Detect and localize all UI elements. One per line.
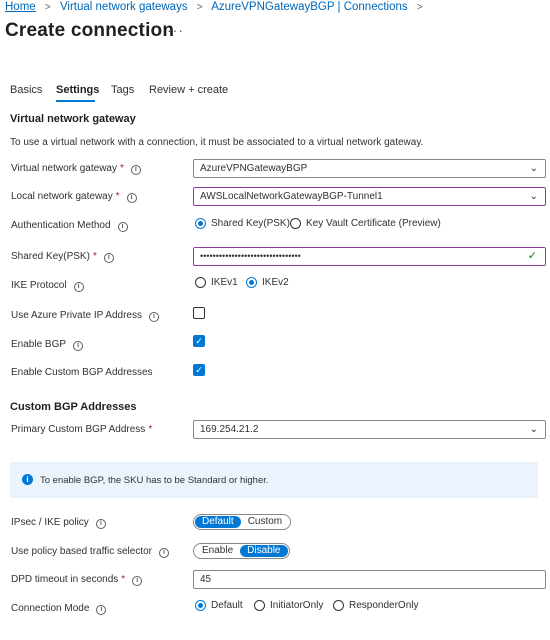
radio-unselected[interactable] bbox=[195, 277, 206, 288]
breadcrumb-separator: > bbox=[196, 2, 203, 13]
info-icon[interactable]: i bbox=[159, 548, 169, 558]
section-description: To use a virtual network with a connecti… bbox=[10, 137, 424, 148]
ike-radio-v2[interactable]: IKEv2 bbox=[246, 277, 289, 288]
mode-radio-default[interactable]: Default bbox=[195, 600, 243, 611]
toggle-option-enable[interactable]: Enable bbox=[195, 545, 240, 557]
lng-dropdown[interactable]: AWSLocalNetworkGatewayBGP-Tunnel1 ⌄ bbox=[193, 187, 546, 206]
required-marker: * bbox=[121, 574, 126, 585]
info-icon[interactable]: i bbox=[95, 519, 106, 529]
required-marker: * bbox=[148, 424, 153, 435]
radio-unselected[interactable] bbox=[333, 600, 344, 611]
ike-protocol-label: IKE Protocol i bbox=[11, 280, 84, 292]
psk-label: Shared Key(PSK) * i bbox=[11, 251, 114, 263]
info-icon[interactable]: i bbox=[149, 312, 159, 322]
info-icon: i bbox=[22, 474, 33, 485]
tab-settings[interactable]: Settings bbox=[56, 84, 99, 96]
auth-radio-psk[interactable]: Shared Key(PSK) bbox=[195, 218, 290, 229]
tab-basics[interactable]: Basics bbox=[10, 84, 42, 96]
info-icon[interactable]: i bbox=[96, 605, 107, 615]
banner-text: To enable BGP, the SKU has to be Standar… bbox=[40, 475, 269, 486]
section-heading-custom-bgp: Custom BGP Addresses bbox=[10, 401, 137, 413]
policy-selector-toggle[interactable]: Enable Disable bbox=[193, 543, 290, 559]
radio-unselected[interactable] bbox=[290, 218, 301, 229]
info-icon[interactable]: i bbox=[103, 253, 114, 263]
info-icon[interactable]: i bbox=[117, 222, 128, 232]
page-title: Create connection bbox=[5, 20, 175, 41]
checkmark-icon: ✓ bbox=[527, 250, 537, 262]
chevron-down-icon: ⌄ bbox=[529, 191, 538, 202]
enable-bgp-label: Enable BGP i bbox=[11, 339, 84, 351]
tab-review-create[interactable]: Review + create bbox=[149, 84, 228, 96]
info-icon[interactable]: i bbox=[132, 576, 143, 586]
mode-radio-responder[interactable]: ResponderOnly bbox=[333, 600, 418, 611]
custom-bgp-label: Enable Custom BGP Addresses bbox=[11, 367, 153, 378]
info-icon[interactable]: i bbox=[126, 193, 137, 203]
vng-label: Virtual network gateway * i bbox=[11, 163, 141, 175]
breadcrumb-separator: > bbox=[416, 2, 423, 13]
ike-radio-v1[interactable]: IKEv1 bbox=[195, 277, 238, 288]
connection-mode-label: Connection Mode i bbox=[11, 603, 107, 615]
required-marker: * bbox=[115, 191, 120, 202]
primary-bgp-label: Primary Custom BGP Address * bbox=[11, 424, 153, 435]
custom-bgp-checkbox[interactable]: ✓ bbox=[193, 364, 205, 376]
required-marker: * bbox=[119, 163, 124, 174]
tab-tags[interactable]: Tags bbox=[111, 84, 134, 96]
info-banner: i To enable BGP, the SKU has to be Stand… bbox=[10, 462, 538, 498]
private-ip-label: Use Azure Private IP Address i bbox=[11, 310, 159, 322]
active-tab-indicator bbox=[56, 100, 95, 102]
chevron-down-icon: ⌄ bbox=[529, 163, 538, 174]
breadcrumb-vng-link[interactable]: Virtual network gateways bbox=[60, 1, 188, 13]
toggle-option-custom[interactable]: Custom bbox=[241, 516, 289, 528]
toggle-option-default[interactable]: Default bbox=[195, 516, 241, 528]
psk-input[interactable]: •••••••••••••••••••••••••••••••• ✓ bbox=[193, 247, 546, 266]
ipsec-policy-toggle[interactable]: Default Custom bbox=[193, 514, 292, 530]
breadcrumb-home-link[interactable]: Home bbox=[5, 1, 36, 13]
info-icon[interactable]: i bbox=[73, 341, 84, 351]
dpd-timeout-label: DPD timeout in seconds * i bbox=[11, 574, 143, 586]
primary-bgp-dropdown[interactable]: 169.254.21.2 ⌄ bbox=[193, 420, 546, 439]
radio-selected[interactable] bbox=[195, 600, 206, 611]
chevron-down-icon: ⌄ bbox=[529, 424, 538, 435]
section-heading-vng: Virtual network gateway bbox=[10, 113, 136, 125]
info-icon[interactable]: i bbox=[73, 282, 84, 292]
lng-label: Local network gateway * i bbox=[11, 191, 137, 203]
auth-radio-keyvault[interactable]: Key Vault Certificate (Preview) bbox=[290, 218, 441, 229]
policy-selector-label: Use policy based traffic selector i bbox=[11, 546, 169, 558]
more-options-button[interactable]: ··· bbox=[167, 22, 184, 38]
vng-dropdown[interactable]: AzureVPNGatewayBGP ⌄ bbox=[193, 159, 546, 178]
toggle-option-disable[interactable]: Disable bbox=[240, 545, 288, 557]
ipsec-policy-label: IPsec / IKE policy i bbox=[11, 517, 106, 529]
radio-selected[interactable] bbox=[195, 218, 206, 229]
breadcrumb-separator: > bbox=[44, 2, 51, 13]
radio-unselected[interactable] bbox=[254, 600, 265, 611]
dpd-timeout-input[interactable]: 45 bbox=[193, 570, 546, 589]
radio-selected[interactable] bbox=[246, 277, 257, 288]
auth-method-label: Authentication Method i bbox=[11, 220, 128, 232]
breadcrumb: Home > Virtual network gateways > AzureV… bbox=[5, 1, 429, 13]
enable-bgp-checkbox[interactable]: ✓ bbox=[193, 335, 205, 347]
info-icon[interactable]: i bbox=[130, 165, 141, 175]
required-marker: * bbox=[92, 251, 97, 262]
breadcrumb-connections-link[interactable]: AzureVPNGatewayBGP | Connections bbox=[211, 1, 407, 13]
private-ip-checkbox[interactable] bbox=[193, 307, 205, 319]
mode-radio-initiator[interactable]: InitiatorOnly bbox=[254, 600, 323, 611]
